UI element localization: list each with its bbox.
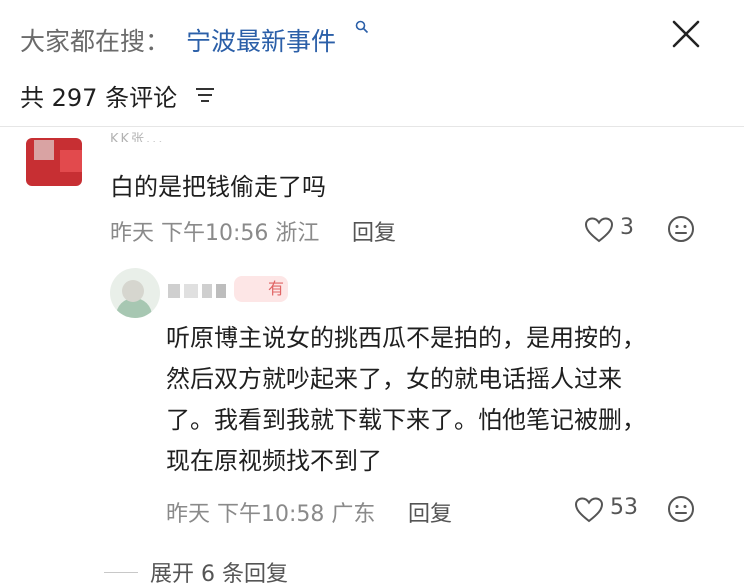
- trending-search-link[interactable]: 宁波最新事件: [186, 22, 336, 58]
- comment-text-line: 听原博主说女的挑西瓜不是拍的，是用按的，: [166, 324, 646, 352]
- heart-icon: [574, 497, 604, 523]
- reply-button[interactable]: 回复: [408, 496, 452, 528]
- search-prefix-label: 大家都在搜：: [20, 27, 171, 56]
- avatar[interactable]: [110, 268, 160, 318]
- sort-icon[interactable]: [194, 86, 216, 104]
- comment-text: 听原博主说女的挑西瓜不是拍的，是用按的， 然后双方就吵起来了，女的就电话摇人过来…: [166, 318, 726, 482]
- comment-text-line: 然后双方就吵起来了，女的就电话摇人过来: [166, 365, 622, 393]
- emoji-reaction-button[interactable]: [666, 214, 696, 244]
- comment-meta: 昨天 下午10:58 广东: [166, 502, 376, 527]
- like-count: 3: [620, 215, 634, 240]
- expand-replies-button[interactable]: 展开 6 条回复: [150, 556, 288, 588]
- smiley-icon: [668, 496, 694, 522]
- like-count: 53: [610, 495, 638, 520]
- like-button[interactable]: 3: [584, 214, 644, 244]
- comment-username-redacted[interactable]: [168, 276, 228, 302]
- close-icon: [672, 20, 700, 48]
- like-button[interactable]: 53: [574, 494, 644, 524]
- divider: [0, 126, 744, 127]
- heart-icon: [584, 217, 614, 243]
- avatar[interactable]: [26, 132, 82, 186]
- smiley-icon: [668, 216, 694, 242]
- emoji-reaction-button[interactable]: [666, 494, 696, 524]
- reply-button[interactable]: 回复: [352, 215, 396, 247]
- comment-text-line: 了。我看到我就下载下来了。怕他笔记被删，: [166, 406, 646, 434]
- comment-text: 白的是把钱偷走了吗: [110, 173, 326, 201]
- close-button[interactable]: [668, 12, 704, 52]
- user-badge: 有: [234, 276, 288, 302]
- comments-count: 共 297 条评论: [20, 84, 178, 112]
- comment-username[interactable]: KK张...: [110, 128, 164, 142]
- expand-divider: [104, 572, 138, 573]
- search-icon[interactable]: [355, 20, 369, 38]
- comment-meta: 昨天 下午10:56 浙江: [110, 221, 320, 246]
- comment-text-line: 现在原视频找不到了: [166, 447, 382, 475]
